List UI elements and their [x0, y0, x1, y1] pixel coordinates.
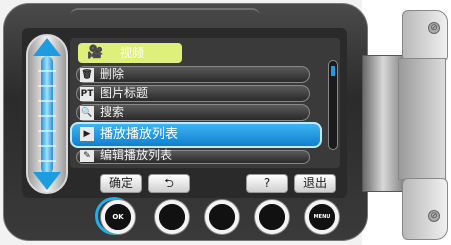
slider-rib — [38, 100, 56, 102]
video-camera-icon: 🎥 — [87, 45, 104, 60]
slider-rib — [38, 145, 56, 147]
confirm-button[interactable]: 确定 — [100, 174, 142, 193]
menu-button-label: MENU — [313, 214, 331, 220]
menu-item-label: 播放播放列表 — [100, 127, 179, 142]
nav-button-3[interactable] — [255, 200, 289, 234]
nav-button-face — [209, 204, 235, 230]
nav-button-face — [159, 204, 185, 230]
menu-button[interactable]: MENU — [305, 200, 339, 234]
help-button[interactable]: ? — [246, 174, 288, 193]
side-flap-bottom — [402, 178, 448, 240]
slider-rib — [38, 70, 56, 72]
slider-rib — [38, 85, 56, 87]
menu-item-label: 图片标题 — [100, 86, 149, 100]
back-button[interactable]: ⮌ — [148, 174, 190, 193]
menu-item-label: 编辑播放列表 — [100, 148, 173, 162]
play-playlist-icon: ▶ — [80, 127, 94, 141]
screw-icon: ⊘ — [428, 210, 440, 222]
scroll-up-arrow-icon[interactable] — [33, 38, 61, 56]
nav-button-2[interactable] — [205, 200, 239, 234]
slider-rib — [38, 130, 56, 132]
category-label: 视频 — [120, 46, 145, 60]
side-flap-top — [402, 10, 448, 62]
nav-button-face — [259, 204, 285, 230]
menu-item-label: 搜索 — [100, 105, 125, 119]
title-pt-icon: PT — [80, 87, 94, 101]
slider-rib — [38, 115, 56, 117]
screw-icon: ⊘ — [428, 22, 440, 34]
nav-button-1[interactable] — [155, 200, 189, 234]
ok-button-label: OK — [112, 213, 124, 221]
search-icon: 🔍 — [80, 106, 94, 120]
scroll-down-arrow-icon[interactable] — [33, 172, 61, 190]
menu-item-label: 删除 — [100, 67, 125, 81]
bezel-highlight — [70, 8, 260, 24]
exit-button[interactable]: 退出 — [294, 174, 336, 193]
slider-rib — [38, 160, 56, 162]
trash-icon: 🗑 — [80, 68, 94, 82]
side-flap-middle — [398, 58, 446, 180]
ok-button[interactable]: OK — [101, 200, 135, 234]
edit-playlist-icon: ✎ — [80, 150, 94, 162]
list-scroll-thumb[interactable] — [331, 66, 335, 76]
